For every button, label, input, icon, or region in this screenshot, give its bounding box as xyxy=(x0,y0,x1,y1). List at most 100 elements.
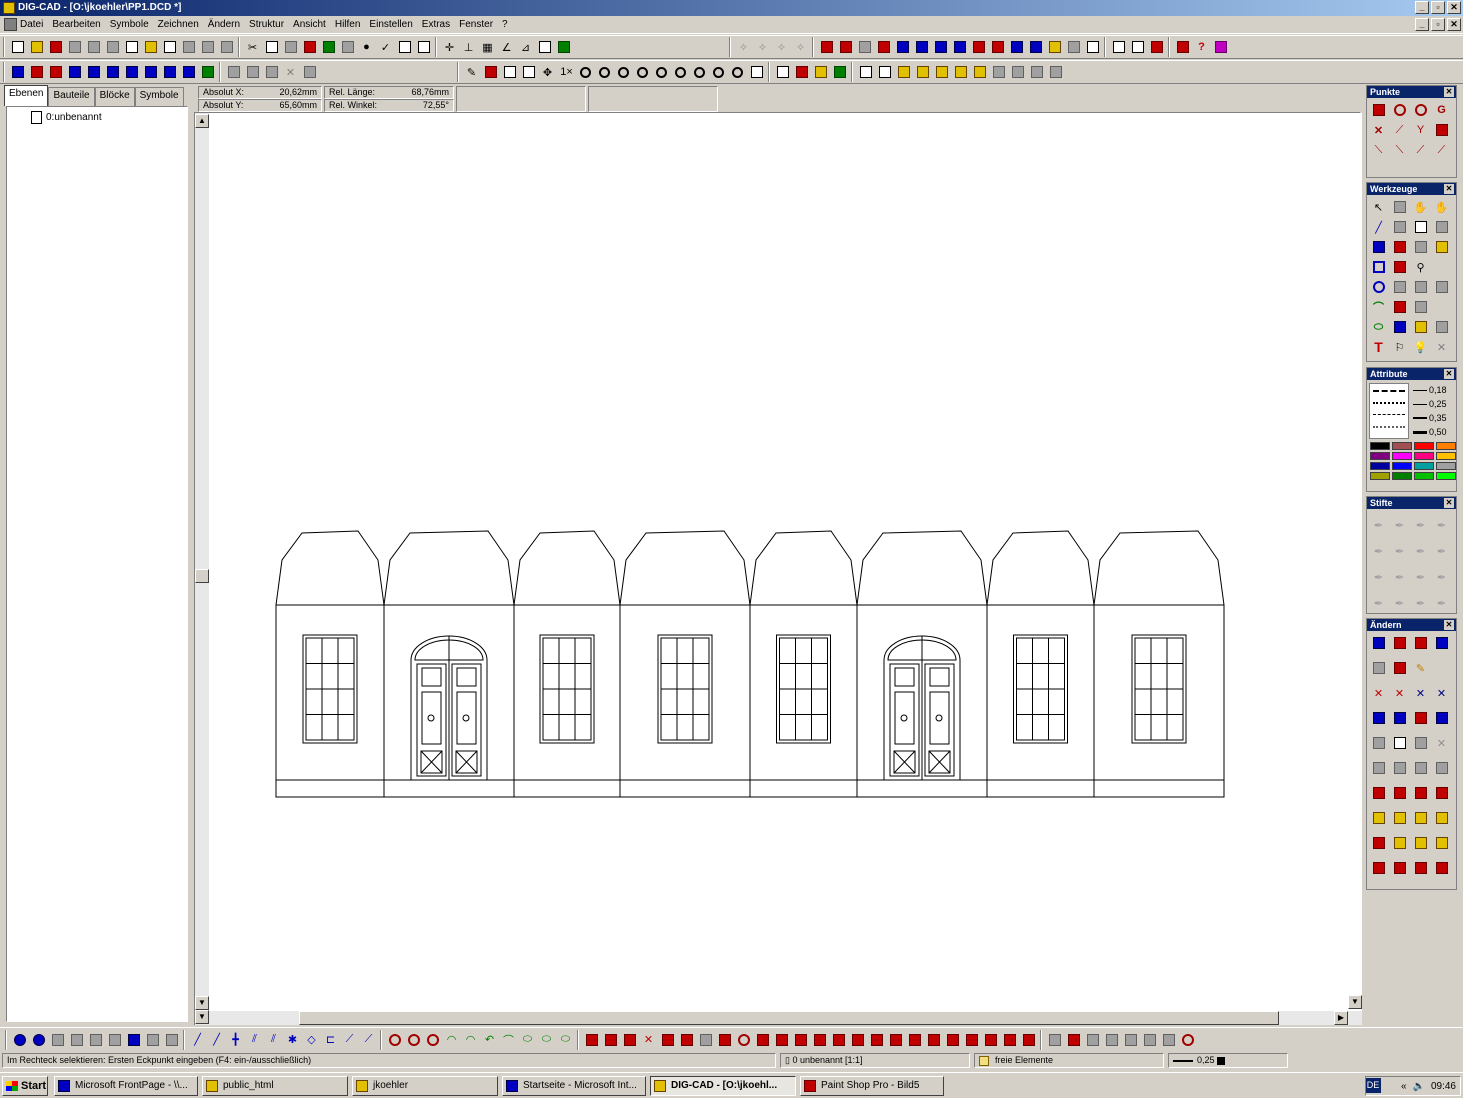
node-icon[interactable] xyxy=(1389,237,1410,257)
horizontal-scroll-thumb[interactable] xyxy=(299,1011,1279,1025)
mail-icon[interactable] xyxy=(161,39,178,56)
copy-3-icon[interactable] xyxy=(1410,808,1431,828)
view-2-icon[interactable] xyxy=(28,64,45,81)
move-2-icon[interactable] xyxy=(1389,783,1410,803)
paste-icon[interactable] xyxy=(282,39,299,56)
dim-21-icon[interactable] xyxy=(963,1031,980,1048)
scale-2-icon[interactable] xyxy=(1389,758,1410,778)
layer-green-icon[interactable] xyxy=(555,39,572,56)
pen-slot-1-icon[interactable]: ✒ xyxy=(1368,515,1389,535)
layout-3-icon[interactable] xyxy=(1148,39,1165,56)
dim-1-icon[interactable] xyxy=(583,1031,600,1048)
vertical-scroll-thumb[interactable] xyxy=(195,569,209,583)
dim-16-icon[interactable] xyxy=(868,1031,885,1048)
array-3-icon[interactable] xyxy=(1410,833,1431,853)
align-1-icon[interactable] xyxy=(818,39,835,56)
pen-slot-7-icon[interactable]: ✒ xyxy=(1410,541,1431,561)
shape-8-icon[interactable] xyxy=(144,1031,161,1048)
shape-5-icon[interactable] xyxy=(87,1031,104,1048)
help-icon[interactable] xyxy=(1174,39,1191,56)
scroll-up-icon[interactable]: ▲ xyxy=(195,114,209,128)
align-3-icon[interactable] xyxy=(856,39,873,56)
arc-1-icon[interactable]: ◠ xyxy=(443,1031,460,1048)
line-width-035[interactable]: 0,35 xyxy=(1429,413,1447,423)
dim-8-icon[interactable] xyxy=(716,1031,733,1048)
scale-4-icon[interactable] xyxy=(1431,758,1452,778)
color-swatch[interactable] xyxy=(1392,462,1412,470)
redraw-icon[interactable] xyxy=(748,64,765,81)
view-5-icon[interactable] xyxy=(85,64,102,81)
nodes-icon[interactable] xyxy=(1389,257,1410,277)
dimension-icon[interactable] xyxy=(1410,237,1431,257)
menu-struktur[interactable]: Struktur xyxy=(249,19,284,30)
copy-1-icon[interactable] xyxy=(1368,808,1389,828)
rotate-3-icon[interactable] xyxy=(1410,733,1431,753)
color-swatch[interactable] xyxy=(1414,452,1434,460)
color-swatch[interactable] xyxy=(1392,452,1412,460)
block-4-icon[interactable] xyxy=(914,64,931,81)
check-icon[interactable]: ✓ xyxy=(377,39,394,56)
undo-icon[interactable] xyxy=(320,39,337,56)
export-icon[interactable] xyxy=(142,39,159,56)
zoom-prev-icon[interactable] xyxy=(634,64,651,81)
block-2-icon[interactable] xyxy=(876,64,893,81)
draw-line-5-icon[interactable]: ⫽ xyxy=(265,1031,282,1048)
palette-close-icon[interactable]: ✕ xyxy=(1444,184,1454,194)
point-y-icon[interactable]: Y xyxy=(1410,120,1431,140)
ellipse-3-icon[interactable]: ⬭ xyxy=(557,1031,574,1048)
line-width-025[interactable]: 0,25 xyxy=(1429,399,1447,409)
draw-line-4-icon[interactable]: ⫽ xyxy=(246,1031,263,1048)
point-diag-4-icon[interactable]: ⟋ xyxy=(1431,140,1452,160)
zoom-extent-icon[interactable] xyxy=(520,64,537,81)
color-palette[interactable] xyxy=(1367,439,1456,483)
dim-22-icon[interactable] xyxy=(982,1031,999,1048)
modify-6-icon[interactable] xyxy=(1389,658,1410,678)
pen-slot-14-icon[interactable]: ✒ xyxy=(1389,593,1410,613)
dimension-2-icon[interactable] xyxy=(1431,237,1452,257)
color-swatch[interactable] xyxy=(1436,442,1456,450)
zoom-out-icon[interactable] xyxy=(615,64,632,81)
scroll-right-down-icon[interactable]: ▼ xyxy=(1348,995,1362,1009)
zoom-d-icon[interactable] xyxy=(729,64,746,81)
mirror-4-icon[interactable] xyxy=(1027,39,1044,56)
extend-2-icon[interactable] xyxy=(1389,708,1410,728)
menu-aendern[interactable]: Ändern xyxy=(208,19,240,30)
snap-disabled-2-icon[interactable]: ✧ xyxy=(754,39,771,56)
zoom-next-icon[interactable] xyxy=(653,64,670,81)
struct-7-icon[interactable] xyxy=(1160,1031,1177,1048)
bulb-icon[interactable]: 💡 xyxy=(1410,337,1431,357)
modify-4-icon[interactable] xyxy=(1431,633,1452,653)
rotate-1-icon[interactable] xyxy=(1368,733,1389,753)
view-6-icon[interactable] xyxy=(104,64,121,81)
dim-15-icon[interactable] xyxy=(849,1031,866,1048)
modify-1-icon[interactable] xyxy=(1368,633,1389,653)
modify-7-icon[interactable]: ✎ xyxy=(1410,658,1431,678)
edit-2-icon[interactable] xyxy=(1389,217,1410,237)
block-3-icon[interactable] xyxy=(895,64,912,81)
open-recent-icon[interactable] xyxy=(47,39,64,56)
zoom-c-icon[interactable] xyxy=(710,64,727,81)
tray-arrow-icon[interactable]: « xyxy=(1401,1081,1407,1092)
horizontal-scrollbar[interactable]: ▶ xyxy=(209,1011,1362,1025)
task-dig-cad[interactable]: DIG-CAD - [O:\jkoehl... xyxy=(650,1076,796,1096)
color-swatch[interactable] xyxy=(1436,462,1456,470)
properties-icon[interactable] xyxy=(301,64,318,81)
pen-slot-11-icon[interactable]: ✒ xyxy=(1410,567,1431,587)
import-icon[interactable] xyxy=(123,39,140,56)
block-11-icon[interactable] xyxy=(1047,64,1064,81)
circle-3-icon[interactable] xyxy=(424,1031,441,1048)
angle-icon[interactable]: ∠ xyxy=(498,39,515,56)
block-9-icon[interactable] xyxy=(1009,64,1026,81)
draw-line-3-icon[interactable]: ╋ xyxy=(227,1031,244,1048)
pen-slot-8-icon[interactable]: ✒ xyxy=(1431,541,1452,561)
trim-1-icon[interactable]: ✕ xyxy=(1368,683,1389,703)
dim-12-icon[interactable] xyxy=(792,1031,809,1048)
save-all-icon[interactable] xyxy=(104,39,121,56)
status-linewidth[interactable]: 0,25 xyxy=(1168,1053,1288,1068)
view-11-icon[interactable] xyxy=(199,64,216,81)
distribute-4-icon[interactable] xyxy=(951,39,968,56)
close-button[interactable]: ✕ xyxy=(1447,1,1461,14)
draw-line-9-icon[interactable]: ⟋ xyxy=(341,1031,358,1048)
mirror-2-icon[interactable] xyxy=(989,39,1006,56)
hatch-2-icon[interactable] xyxy=(1431,217,1452,237)
